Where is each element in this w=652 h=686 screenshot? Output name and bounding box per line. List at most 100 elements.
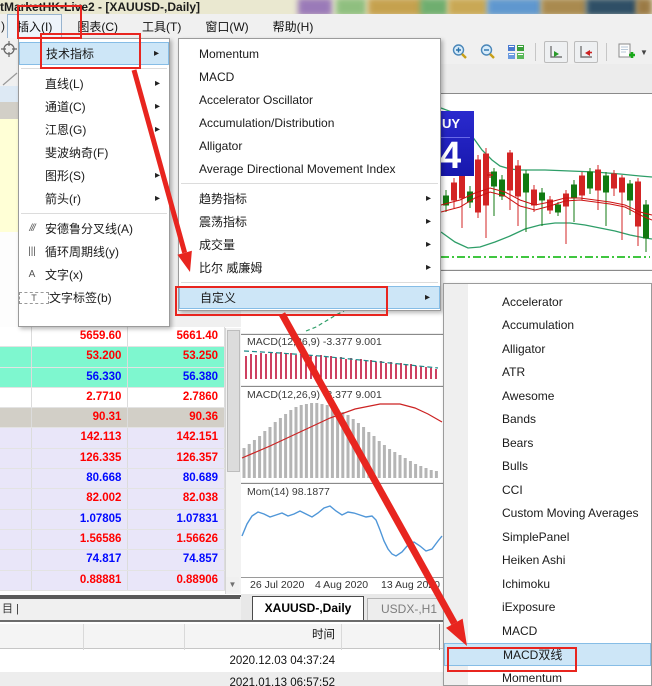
market-watch-row[interactable]: 56.33056.380 xyxy=(0,368,225,388)
trendline-icon[interactable] xyxy=(2,72,18,91)
menu-item-label: 文字标签(b) xyxy=(49,289,155,306)
ask-cell: 2.7860 xyxy=(128,388,225,407)
menu-item-macd[interactable]: MACD xyxy=(179,65,440,88)
bid-cell: 2.7710 xyxy=(32,388,129,407)
menu-item-simplepanel[interactable]: SimplePanel xyxy=(444,525,651,549)
menu-item-average-directional-movement-index[interactable]: Average Directional Movement Index xyxy=(179,157,440,180)
menubar-item-h[interactable]: 帮助(H) xyxy=(264,15,323,38)
bid-cell: 0.88881 xyxy=(32,571,129,590)
scrollbar-thumb[interactable] xyxy=(227,330,240,472)
menu-item-alligator[interactable]: Alligator xyxy=(444,337,651,361)
menu-item-label: ATR xyxy=(502,365,637,379)
chart-shift-icon[interactable] xyxy=(544,41,568,63)
market-watch-tabs[interactable]: 目 | xyxy=(0,597,240,618)
toolbar-separator xyxy=(535,43,536,61)
add-indicator-icon[interactable] xyxy=(615,42,637,62)
indicator-label-1: MACD(12,26,9) -3.377 9.001 xyxy=(247,389,382,401)
symbol-cell xyxy=(0,327,32,346)
tile-windows-icon[interactable] xyxy=(505,42,527,62)
menu-item-heiken-ashi[interactable]: Heiken Ashi xyxy=(444,549,651,573)
menu-item-label: 文字(x) xyxy=(45,266,155,283)
crosshair-icon[interactable] xyxy=(1,41,17,62)
market-watch-row[interactable]: 82.00282.038 xyxy=(0,489,225,509)
menubar-item-w[interactable]: 窗口(W) xyxy=(196,15,257,38)
menu-item-iexposure[interactable]: iExposure xyxy=(444,596,651,620)
market-watch-row[interactable]: 90.3190.36 xyxy=(0,408,225,428)
market-watch-row[interactable]: 142.113142.151 xyxy=(0,428,225,448)
menu-item-label: Accumulation xyxy=(502,318,637,332)
buy-price-digit: 4 xyxy=(440,135,461,178)
menu-item-label: 图形(S) xyxy=(45,167,155,184)
wallpaper-blob xyxy=(336,0,366,14)
menu-item-accelerator-oscillator[interactable]: Accelerator Oscillator xyxy=(179,88,440,111)
scrollbar-down-icon[interactable]: ▼ xyxy=(226,577,239,592)
text-label-icon: T xyxy=(19,292,49,304)
menu-item-x[interactable]: A文字(x) xyxy=(19,263,169,286)
ask-cell: 0.88906 xyxy=(128,571,225,590)
menu-item-label: Momentum xyxy=(502,671,637,685)
zoom-in-icon[interactable] xyxy=(449,42,471,62)
menu-item-ichimoku[interactable]: Ichimoku xyxy=(444,572,651,596)
menu-item-bulls[interactable]: Bulls xyxy=(444,455,651,479)
menu-item-[interactable]: 比尔 威廉姆▸ xyxy=(179,256,440,279)
menu-item-a[interactable]: ///安德鲁分叉线(A) xyxy=(19,217,169,240)
menu-item-bears[interactable]: Bears xyxy=(444,431,651,455)
menu-item-custom-moving-averages[interactable]: Custom Moving Averages xyxy=(444,502,651,526)
dropdown-caret-icon[interactable]: ▼ xyxy=(640,48,648,57)
market-watch-row[interactable]: 1.078051.07831 xyxy=(0,510,225,530)
market-watch-row[interactable]: 126.335126.357 xyxy=(0,449,225,469)
menu-item-label: 比尔 威廉姆 xyxy=(199,259,426,276)
x-axis-label: 13 Aug 2020 xyxy=(381,579,440,591)
box-tech-indicators xyxy=(40,33,141,69)
menu-item-r[interactable]: 箭头(r)▸ xyxy=(19,187,169,210)
menu-item-momentum[interactable]: Momentum xyxy=(179,42,440,65)
bid-cell: 5659.60 xyxy=(32,327,129,346)
submenu-arrow-icon: ▸ xyxy=(426,239,440,250)
menu-item-label: 循环周期线(y) xyxy=(45,243,155,260)
menu-item-c[interactable]: 通道(C)▸ xyxy=(19,95,169,118)
market-watch-row[interactable]: 53.20053.250 xyxy=(0,347,225,367)
menu-item-label: Accelerator Oscillator xyxy=(199,93,426,107)
chart-autoscroll-icon[interactable] xyxy=(574,41,598,63)
menu-item-cci[interactable]: CCI xyxy=(444,478,651,502)
symbol-cell xyxy=(0,388,32,407)
market-watch-row[interactable]: 74.81774.857 xyxy=(0,550,225,570)
menu-item-s[interactable]: 图形(S)▸ xyxy=(19,164,169,187)
menu-item-g[interactable]: 江恩(G)▸ xyxy=(19,118,169,141)
menu-item-l[interactable]: 直线(L)▸ xyxy=(19,72,169,95)
bid-cell: 142.113 xyxy=(32,428,129,447)
menu-item-label: Alligator xyxy=(199,139,426,153)
symbol-cell xyxy=(0,571,32,590)
market-watch-row[interactable]: 2.77102.7860 xyxy=(0,388,225,408)
menu-item-[interactable]: 震荡指标▸ xyxy=(179,210,440,233)
market-watch-row[interactable]: 80.66880.689 xyxy=(0,469,225,489)
menu-item-[interactable]: 趋势指标▸ xyxy=(179,187,440,210)
bid-cell: 126.335 xyxy=(32,449,129,468)
ask-cell: 142.151 xyxy=(128,428,225,447)
menu-bar-overflow: ) xyxy=(0,16,7,36)
market-watch-row[interactable]: 1.565861.56626 xyxy=(0,530,225,550)
menu-item-b[interactable]: T文字标签(b) xyxy=(19,286,169,309)
submenu-arrow-icon: ▸ xyxy=(426,262,440,273)
tab-xauusd-daily[interactable]: XAUUSD-,Daily xyxy=(252,596,364,620)
menu-item-[interactable]: 成交量▸ xyxy=(179,233,440,256)
menu-item-f[interactable]: 斐波纳奇(F) xyxy=(19,141,169,164)
menu-item-label: SimplePanel xyxy=(502,530,637,544)
menu-item-accelerator[interactable]: Accelerator xyxy=(444,290,651,314)
zoom-out-icon[interactable] xyxy=(477,42,499,62)
menu-item-label: 通道(C) xyxy=(45,98,155,115)
market-watch-row[interactable]: 0.888810.88906 xyxy=(0,571,225,591)
market-watch-row[interactable]: 5659.605661.40 xyxy=(0,327,225,347)
insert-menu: 技术指标▸直线(L)▸通道(C)▸江恩(G)▸斐波纳奇(F)图形(S)▸箭头(r… xyxy=(18,38,170,327)
menu-item-y[interactable]: |||循环周期线(y) xyxy=(19,240,169,263)
menu-item-alligator[interactable]: Alligator xyxy=(179,134,440,157)
menu-item-atr[interactable]: ATR xyxy=(444,361,651,385)
menu-item-macd[interactable]: MACD xyxy=(444,619,651,643)
ask-cell: 80.689 xyxy=(128,469,225,488)
menu-item-bands[interactable]: Bands xyxy=(444,408,651,432)
menu-item-accumulation-distribution[interactable]: Accumulation/Distribution xyxy=(179,111,440,134)
menubar-item-t[interactable]: 工具(T) xyxy=(133,15,190,38)
menu-item-awesome[interactable]: Awesome xyxy=(444,384,651,408)
tab-usdx-h1[interactable]: USDX-,H1 xyxy=(367,598,451,620)
menu-item-accumulation[interactable]: Accumulation xyxy=(444,314,651,338)
